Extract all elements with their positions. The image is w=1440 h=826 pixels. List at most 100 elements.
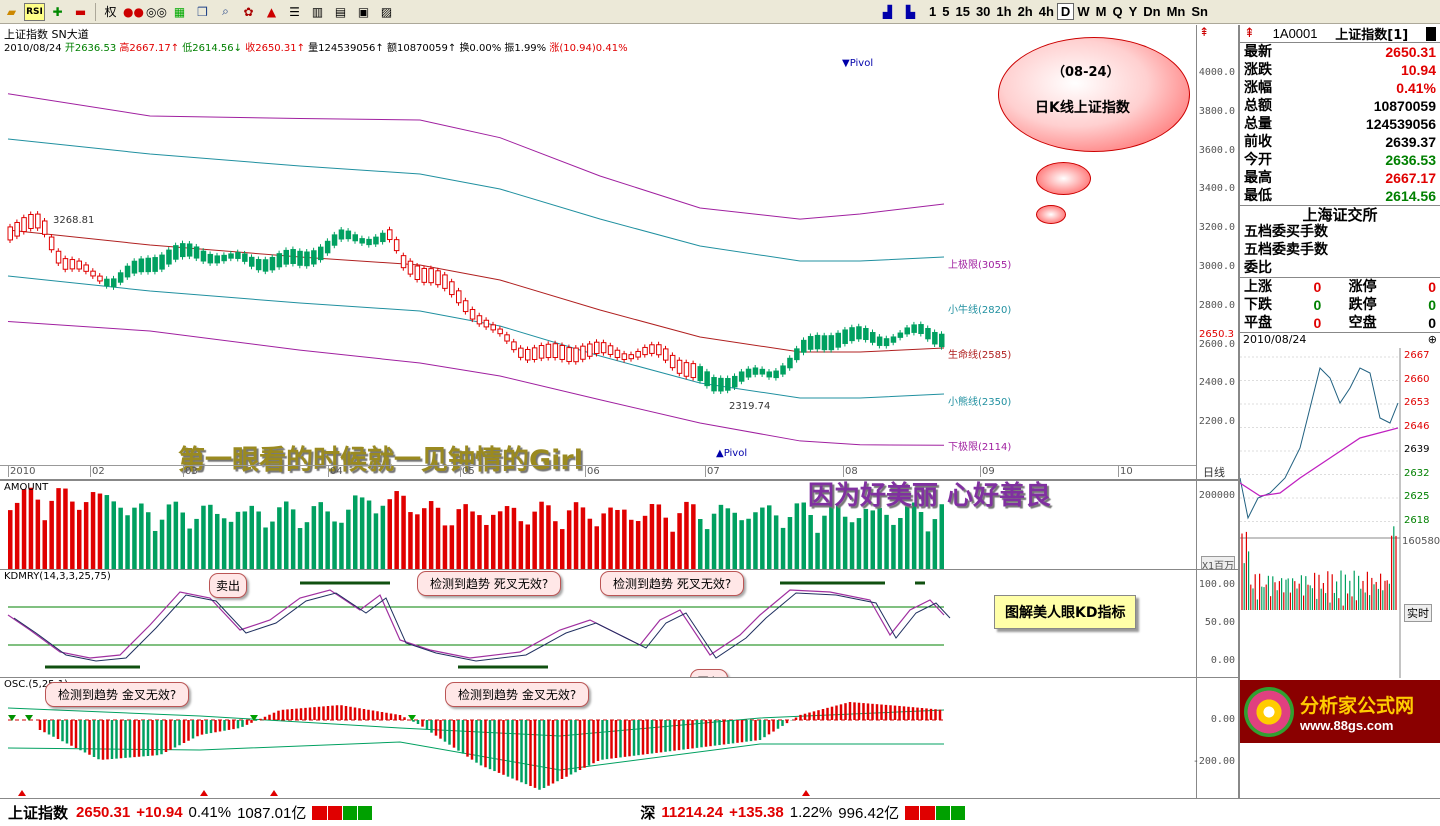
list-icon[interactable]: ☰ [284, 3, 305, 21]
quote-row: 涨跌 10.94 [1240, 61, 1440, 79]
period-1h[interactable]: 1h [993, 4, 1014, 19]
toolbar: ▰ RSI ✚ ▬ 权 ●● ◎◎ ▦ ❒ ⌕ ✿ ▲ ☰ ▥ ▤ ▣ ▨ ▟ … [0, 0, 1440, 24]
candle-body [28, 213, 34, 229]
period-Y[interactable]: Y [1126, 4, 1141, 19]
amount-bar [539, 501, 544, 569]
status-sh-name[interactable]: 上证指数 [8, 802, 68, 823]
candle-body [939, 333, 945, 348]
period-Dn[interactable]: Dn [1140, 4, 1163, 19]
amount-bar [732, 512, 737, 569]
candle-body [111, 278, 117, 288]
candle-body [345, 230, 352, 240]
mini-date: 2010/08/24 [1243, 333, 1307, 346]
amount-pane[interactable]: AMOUNT 因为好美丽 心好善良 200000 X1百万 [0, 480, 1238, 570]
info-close: 收2650.31↑ [245, 43, 305, 54]
period-Q[interactable]: Q [1109, 4, 1125, 19]
amount-bar [277, 507, 282, 569]
osc-pane[interactable]: OSC.(5,25,1) 检测到趋势 金叉无效? 检测到趋势 金叉无效? 0.0… [0, 678, 1238, 798]
candle-body [76, 260, 82, 270]
rsi-button[interactable]: RSI [24, 2, 45, 21]
gear-icon[interactable]: ✿ [238, 3, 259, 21]
amount-bar [304, 522, 310, 569]
amount-bar [35, 499, 41, 569]
amount-bar [525, 524, 530, 569]
candle-body [428, 268, 434, 284]
pivot-top-label: ▼Pivol [842, 58, 874, 69]
quote-label: 涨跌 [1244, 62, 1272, 78]
period-M[interactable]: M [1093, 4, 1110, 19]
candle-body [649, 344, 655, 354]
amount-bar [415, 514, 420, 569]
quote-label: 前收 [1244, 134, 1272, 150]
amount-bar [925, 531, 931, 569]
period-4h[interactable]: 4h [1036, 4, 1057, 19]
amount-bar [263, 527, 268, 569]
amount-bar [546, 505, 551, 569]
quote-up-icon[interactable]: ⇞ [1244, 26, 1255, 41]
balance-icon[interactable]: ●● [123, 3, 144, 21]
price-tick: 2200.0 [1198, 416, 1235, 428]
quote-value: 10.94 [1400, 62, 1436, 78]
osc-tick-200: -200.00 [1192, 756, 1235, 767]
search-icon[interactable]: ⌕ [215, 3, 236, 21]
bar-icon[interactable]: ▙ [900, 3, 921, 21]
candle-body [683, 362, 690, 377]
period-Mn[interactable]: Mn [1164, 4, 1189, 19]
amount-bar [194, 518, 199, 569]
candle-body [587, 343, 593, 357]
amount-bar [815, 532, 820, 569]
candle-body [117, 272, 124, 283]
chart-icon[interactable]: ▣ [353, 3, 374, 21]
period-D[interactable]: D [1056, 3, 1075, 20]
stat-value-a: 0 [1313, 279, 1322, 295]
month-label: 04 [328, 466, 343, 477]
period-15[interactable]: 15 [952, 4, 972, 19]
amount-bar [428, 501, 434, 569]
kline-icon[interactable]: ▟ [877, 3, 898, 21]
candle-body [697, 366, 703, 382]
mini-avg-line [1239, 427, 1399, 497]
crosshair-small-icon[interactable]: ⊕ [1428, 333, 1437, 348]
amount-bar [449, 525, 455, 569]
window-icon[interactable]: ▤ [330, 3, 351, 21]
candle-body [559, 344, 565, 360]
amount-bar [718, 504, 724, 569]
candle-body [787, 357, 793, 369]
period-5[interactable]: 5 [939, 4, 952, 19]
amount-bar [332, 521, 337, 569]
quan-button[interactable]: 权 [100, 3, 121, 21]
glasses-icon[interactable]: ◎◎ [146, 3, 167, 21]
mini-price-tick: 2632 [1404, 467, 1430, 479]
period-30[interactable]: 30 [973, 4, 993, 19]
amount-bar [891, 524, 896, 569]
period-2h[interactable]: 2h [1015, 4, 1036, 19]
kline-pane[interactable]: 上证指数 SN大道 2010/08/24 开2636.53 高2667.17↑ … [0, 25, 1238, 480]
candle-body [449, 281, 455, 296]
amount-bar [187, 528, 192, 569]
period-1[interactable]: 1 [926, 4, 939, 19]
minus-icon[interactable]: ▬ [70, 3, 91, 21]
amount-bar [470, 511, 475, 569]
mini-chart[interactable]: 2667 2660 2653 2646 2639 2632 2625 2618 160580 … [1239, 348, 1440, 743]
quote-row: 今开 2636.53 [1240, 151, 1440, 169]
bear-line [7, 275, 945, 399]
image-icon[interactable]: ▨ [376, 3, 397, 21]
period-Sn[interactable]: Sn [1188, 4, 1211, 19]
candle-body [242, 253, 248, 262]
realtime-label: 实时 [1404, 604, 1432, 622]
candle-body [249, 256, 255, 267]
columns-icon[interactable]: ▥ [307, 3, 328, 21]
crosshair-icon[interactable]: ✚ [47, 3, 68, 21]
quote-label: 总额 [1244, 98, 1272, 114]
alert-icon[interactable]: ▲ [261, 3, 282, 21]
status-sz-name[interactable]: 深 [640, 802, 655, 823]
candle-body [621, 353, 628, 360]
period-W[interactable]: W [1074, 4, 1092, 19]
book-icon[interactable]: ❒ [192, 3, 213, 21]
candle-body [318, 246, 324, 261]
folder-icon[interactable]: ▰ [1, 3, 22, 21]
grid-icon[interactable]: ▦ [169, 3, 190, 21]
kd-pane[interactable]: KDMRY(14,3,3,25,75) 卖出 检测到趋势 死叉无效? 检测到趋势… [0, 570, 1238, 678]
candle-body [407, 260, 414, 275]
amount-bar [111, 501, 116, 569]
